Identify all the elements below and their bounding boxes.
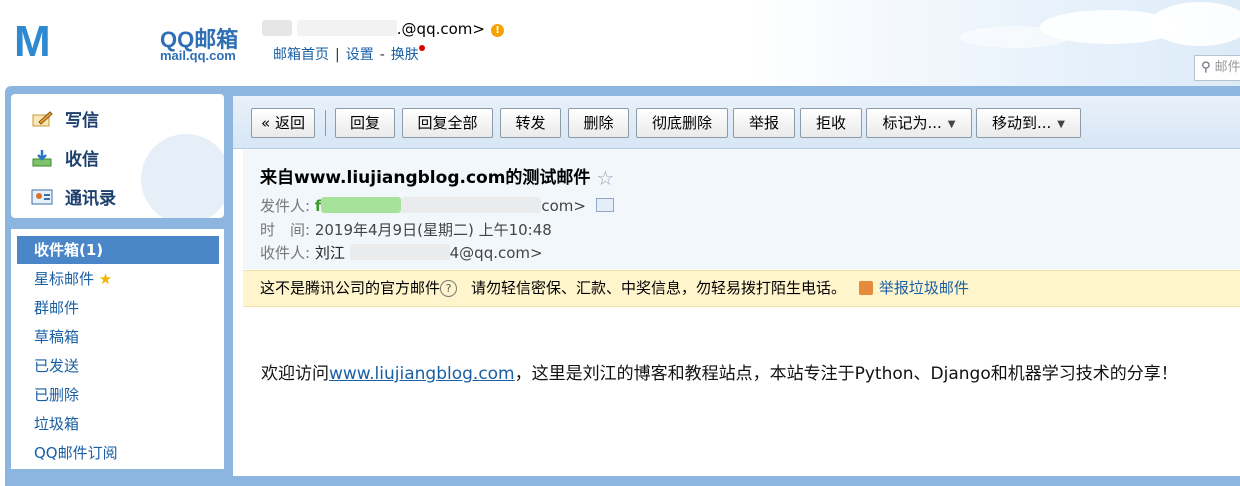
cloud-decoration — [1150, 2, 1240, 46]
receive-label: 收信 — [65, 150, 99, 170]
link-mail-home[interactable]: 邮箱首页 — [273, 47, 329, 63]
from-line: 发件人: f com> — [260, 195, 614, 216]
time-label: 时 间: — [260, 221, 311, 239]
move-to-label: 移动到... — [991, 114, 1052, 132]
link-skin[interactable]: 换肤 — [391, 47, 419, 63]
mark-as-label: 标记为... — [882, 114, 942, 132]
dropdown-arrow-icon: ▼ — [1057, 119, 1065, 130]
folder-inbox[interactable]: 收件箱(1) — [17, 236, 219, 264]
redacted-block — [349, 244, 450, 260]
to-value-end: 4@qq.com> — [449, 244, 543, 262]
divider: - — [379, 47, 385, 63]
message-subject: 来自www.liujiangblog.com的测试邮件 ☆ — [260, 163, 614, 190]
top-header: Mil QQ邮箱 mail.qq.com .@qq.com>! 邮箱首页|设置-… — [0, 0, 1240, 216]
contacts-label: 通讯录 — [65, 189, 116, 209]
help-icon[interactable]: ? — [440, 280, 458, 297]
time-line: 时 间: 2019年4月9日(星期二) 上午10:48 — [260, 219, 552, 240]
folder-label: 垃圾箱 — [34, 415, 80, 433]
quick-actions: 写信 收信 通讯录 — [11, 94, 224, 218]
reject-button[interactable]: 拒收 — [800, 108, 862, 138]
mark-as-dropdown[interactable]: 标记为... ▼ — [866, 108, 972, 138]
warning-icon[interactable]: ! — [490, 24, 504, 37]
report-flag-icon — [858, 281, 873, 295]
to-label: 收件人: — [260, 244, 311, 262]
receive-button[interactable]: 收信 — [31, 145, 99, 170]
search-icon: ⚲ — [1201, 60, 1211, 75]
message-body: 欢迎访问www.liujiangblog.com，这里是刘江的博客和教程站点，本… — [261, 359, 1178, 384]
from-label: 发件人: — [260, 197, 311, 215]
folder-label: QQ邮件订阅 — [34, 444, 118, 462]
back-button[interactable]: « 返回 — [251, 108, 315, 138]
search-placeholder: 邮件 — [1214, 60, 1240, 75]
redacted-block — [296, 20, 397, 36]
cloud-decoration — [960, 26, 1070, 48]
contacts-card-icon — [31, 188, 53, 206]
notice-warning: 请勿轻信密保、汇款、中奖信息，勿轻易拨打陌生电话。 — [471, 279, 847, 297]
move-to-dropdown[interactable]: 移动到... ▼ — [976, 108, 1081, 138]
message-header: 来自www.liujiangblog.com的测试邮件 ☆ 发件人: f com>… — [243, 149, 1240, 269]
redacted-block — [401, 197, 542, 213]
message-panel: « 返回 回复 回复全部 转发 删除 彻底删除 举报 拒收 标记为... ▼ 移动… — [233, 96, 1240, 476]
search-input[interactable]: ⚲ 邮件 — [1194, 55, 1240, 81]
top-links: 邮箱首页 | 设置 - 换肤 — [273, 44, 425, 64]
forward-button[interactable]: 转发 — [500, 108, 561, 138]
from-value-end: com> — [541, 197, 586, 215]
folder-label: 草稿箱 — [34, 328, 80, 346]
star-icon: ★ — [98, 270, 113, 288]
dropdown-arrow-icon: ▼ — [947, 119, 956, 130]
to-line: 收件人: 刘江 4@qq.com> — [260, 242, 543, 263]
contacts-button[interactable]: 通讯录 — [31, 184, 116, 209]
security-notice: 这不是腾讯公司的官方邮件? 请勿轻信密保、汇款、中奖信息，勿轻易拨打陌生电话。 举… — [243, 270, 1240, 307]
contact-card-icon[interactable] — [595, 198, 614, 212]
report-spam-link[interactable]: 举报垃圾邮件 — [858, 279, 969, 297]
message-toolbar: « 返回 回复 回复全部 转发 删除 彻底删除 举报 拒收 标记为... ▼ 移动… — [233, 96, 1240, 149]
folder-starred[interactable]: 星标邮件 ★ — [17, 265, 219, 293]
new-dot-icon — [418, 45, 425, 51]
folder-sent[interactable]: 已发送 — [17, 352, 219, 380]
divider: | — [335, 47, 340, 63]
folder-list: 收件箱(1) 星标邮件 ★ 群邮件 草稿箱 已发送 已删除 垃圾箱 QQ邮件订阅 — [11, 229, 224, 469]
folder-drafts[interactable]: 草稿箱 — [17, 323, 219, 351]
account-suffix: .@qq.com> — [396, 20, 485, 38]
delete-forever-button[interactable]: 彻底删除 — [636, 108, 728, 138]
to-name[interactable]: 刘江 — [315, 244, 345, 262]
folder-group[interactable]: 群邮件 — [17, 294, 219, 322]
folder-label: 群邮件 — [34, 299, 80, 317]
folder-label: 已删除 — [34, 386, 80, 404]
logo-url: mail.qq.com — [160, 48, 236, 63]
folder-deleted[interactable]: 已删除 — [17, 381, 219, 409]
compose-label: 写信 — [65, 111, 99, 131]
penguin-watermark-icon — [141, 134, 224, 218]
body-prefix: 欢迎访问 — [261, 364, 329, 384]
subject-text: 来自www.liujiangblog.com的测试邮件 — [260, 168, 591, 188]
notice-text: 这不是腾讯公司的官方邮件 — [260, 279, 441, 297]
report-spam-label: 举报垃圾邮件 — [878, 279, 969, 297]
reply-button[interactable]: 回复 — [335, 108, 395, 138]
account-address: .@qq.com>! — [262, 20, 504, 38]
folder-subscriptions[interactable]: QQ邮件订阅 — [17, 439, 219, 467]
folder-label: 星标邮件 — [34, 270, 95, 288]
reply-all-button[interactable]: 回复全部 — [402, 108, 493, 138]
star-outline-icon[interactable]: ☆ — [596, 166, 614, 190]
link-settings[interactable]: 设置 — [346, 47, 374, 63]
body-link[interactable]: www.liujiangblog.com — [329, 364, 515, 384]
body-suffix: ，这里是刘江的博客和教程站点，本站专注于Python、Django和机器学习技术… — [514, 364, 1178, 384]
pencil-icon — [31, 110, 53, 128]
redacted-block — [321, 197, 402, 213]
compose-button[interactable]: 写信 — [31, 106, 99, 131]
folder-spam[interactable]: 垃圾箱 — [17, 410, 219, 438]
folder-label: 收件箱(1) — [34, 241, 104, 259]
folder-label: 已发送 — [34, 357, 80, 375]
delete-button[interactable]: 删除 — [568, 108, 629, 138]
inbox-download-icon — [31, 149, 53, 167]
toolbar-divider — [325, 110, 326, 136]
report-button[interactable]: 举报 — [733, 108, 795, 138]
time-value: 2019年4月9日(星期二) 上午10:48 — [314, 221, 552, 239]
redacted-block — [262, 20, 292, 36]
